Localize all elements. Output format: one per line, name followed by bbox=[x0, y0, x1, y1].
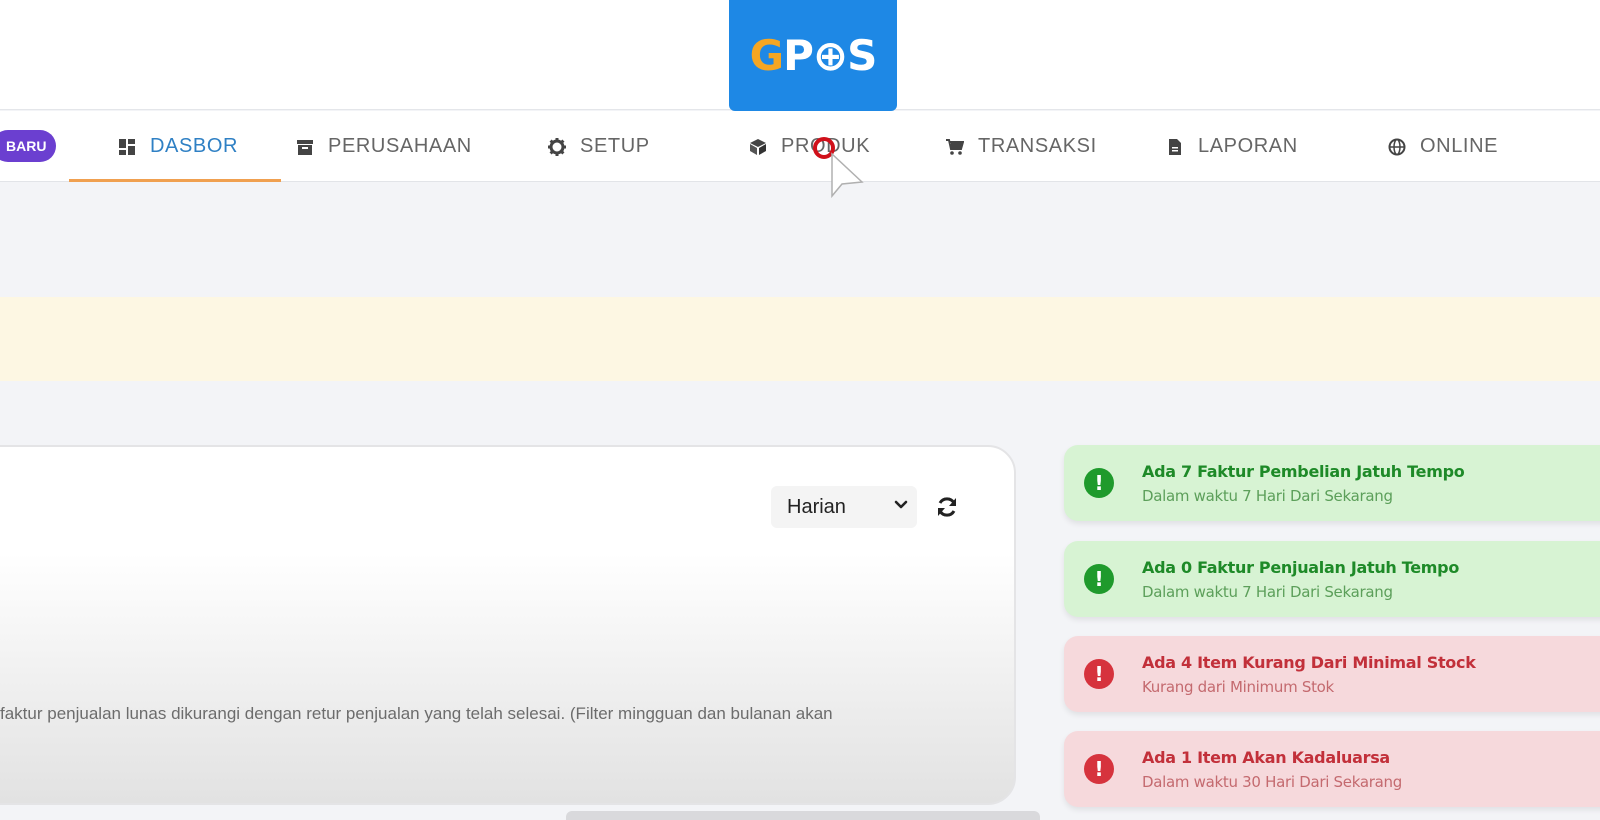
nav-item-transaksi[interactable]: TRANSAKSI bbox=[946, 111, 1097, 182]
alert-subtitle: Dalam waktu 7 Hari Dari Sekarang bbox=[1142, 582, 1393, 601]
refresh-icon bbox=[934, 497, 960, 524]
exclamation-icon: ! bbox=[1084, 754, 1114, 784]
dashboard-icon bbox=[118, 138, 136, 156]
alert-title: Ada 7 Faktur Pembelian Jatuh Tempo bbox=[1142, 461, 1465, 481]
exclamation-icon: ! bbox=[1084, 564, 1114, 594]
nav-item-perusahaan[interactable]: PERUSAHAAN bbox=[296, 111, 472, 182]
nav-label: TRANSAKSI bbox=[978, 135, 1097, 157]
next-card-edge bbox=[566, 811, 1040, 820]
alert-expiring-items[interactable]: ! Ada 1 Item Akan Kadaluarsa Dalam waktu… bbox=[1064, 731, 1600, 807]
globe-icon bbox=[1388, 138, 1406, 156]
period-select-value: Harian bbox=[787, 495, 846, 518]
nav-item-dasbor[interactable]: DASBOR bbox=[118, 111, 238, 182]
exclamation-icon: ! bbox=[1084, 468, 1114, 498]
alert-title: Ada 1 Item Akan Kadaluarsa bbox=[1142, 747, 1390, 767]
alert-purchase-due[interactable]: ! Ada 7 Faktur Pembelian Jatuh Tempo Dal… bbox=[1064, 445, 1600, 521]
sales-note: faktur penjualan lunas dikurangi dengan … bbox=[0, 704, 833, 723]
alert-title: Ada 0 Faktur Penjualan Jatuh Tempo bbox=[1142, 557, 1460, 577]
alert-subtitle: Dalam waktu 30 Hari Dari Sekarang bbox=[1142, 772, 1402, 791]
nav-label: PRODUK bbox=[781, 135, 871, 157]
nav-label: ONLINE bbox=[1420, 135, 1499, 157]
gpos-logo[interactable]: GP⊕S bbox=[729, 0, 897, 111]
period-select[interactable]: Harian bbox=[771, 486, 917, 528]
archive-icon bbox=[296, 138, 314, 156]
nav-item-laporan[interactable]: LAPORAN bbox=[1166, 111, 1298, 182]
gear-icon bbox=[548, 137, 566, 156]
nav-item-setup[interactable]: SETUP bbox=[548, 111, 650, 182]
notice-banner bbox=[0, 297, 1600, 381]
alert-min-stock[interactable]: ! Ada 4 Item Kurang Dari Minimal Stock K… bbox=[1064, 636, 1600, 712]
alert-subtitle: Kurang dari Minimum Stok bbox=[1142, 677, 1334, 696]
alert-title: Ada 4 Item Kurang Dari Minimal Stock bbox=[1142, 652, 1476, 672]
nav-label: DASBOR bbox=[150, 135, 239, 157]
logo-text: GP⊕S bbox=[749, 31, 878, 80]
new-badge[interactable]: BARU bbox=[0, 130, 57, 162]
nav-label: LAPORAN bbox=[1198, 135, 1298, 157]
box-icon bbox=[749, 138, 767, 156]
nav-item-produk[interactable]: PRODUK bbox=[749, 111, 870, 182]
exclamation-icon: ! bbox=[1084, 659, 1114, 689]
refresh-button[interactable] bbox=[934, 494, 960, 520]
nav-item-online[interactable]: ONLINE bbox=[1388, 111, 1498, 182]
document-icon bbox=[1166, 138, 1184, 156]
nav-label: PERUSAHAAN bbox=[328, 135, 472, 157]
active-tab-indicator bbox=[69, 179, 281, 182]
alert-subtitle: Dalam waktu 7 Hari Dari Sekarang bbox=[1142, 486, 1393, 505]
cart-icon bbox=[946, 138, 964, 156]
nav-label: SETUP bbox=[580, 135, 650, 157]
alert-sales-due[interactable]: ! Ada 0 Faktur Penjualan Jatuh Tempo Dal… bbox=[1064, 541, 1600, 617]
chevron-down-icon bbox=[893, 496, 909, 519]
